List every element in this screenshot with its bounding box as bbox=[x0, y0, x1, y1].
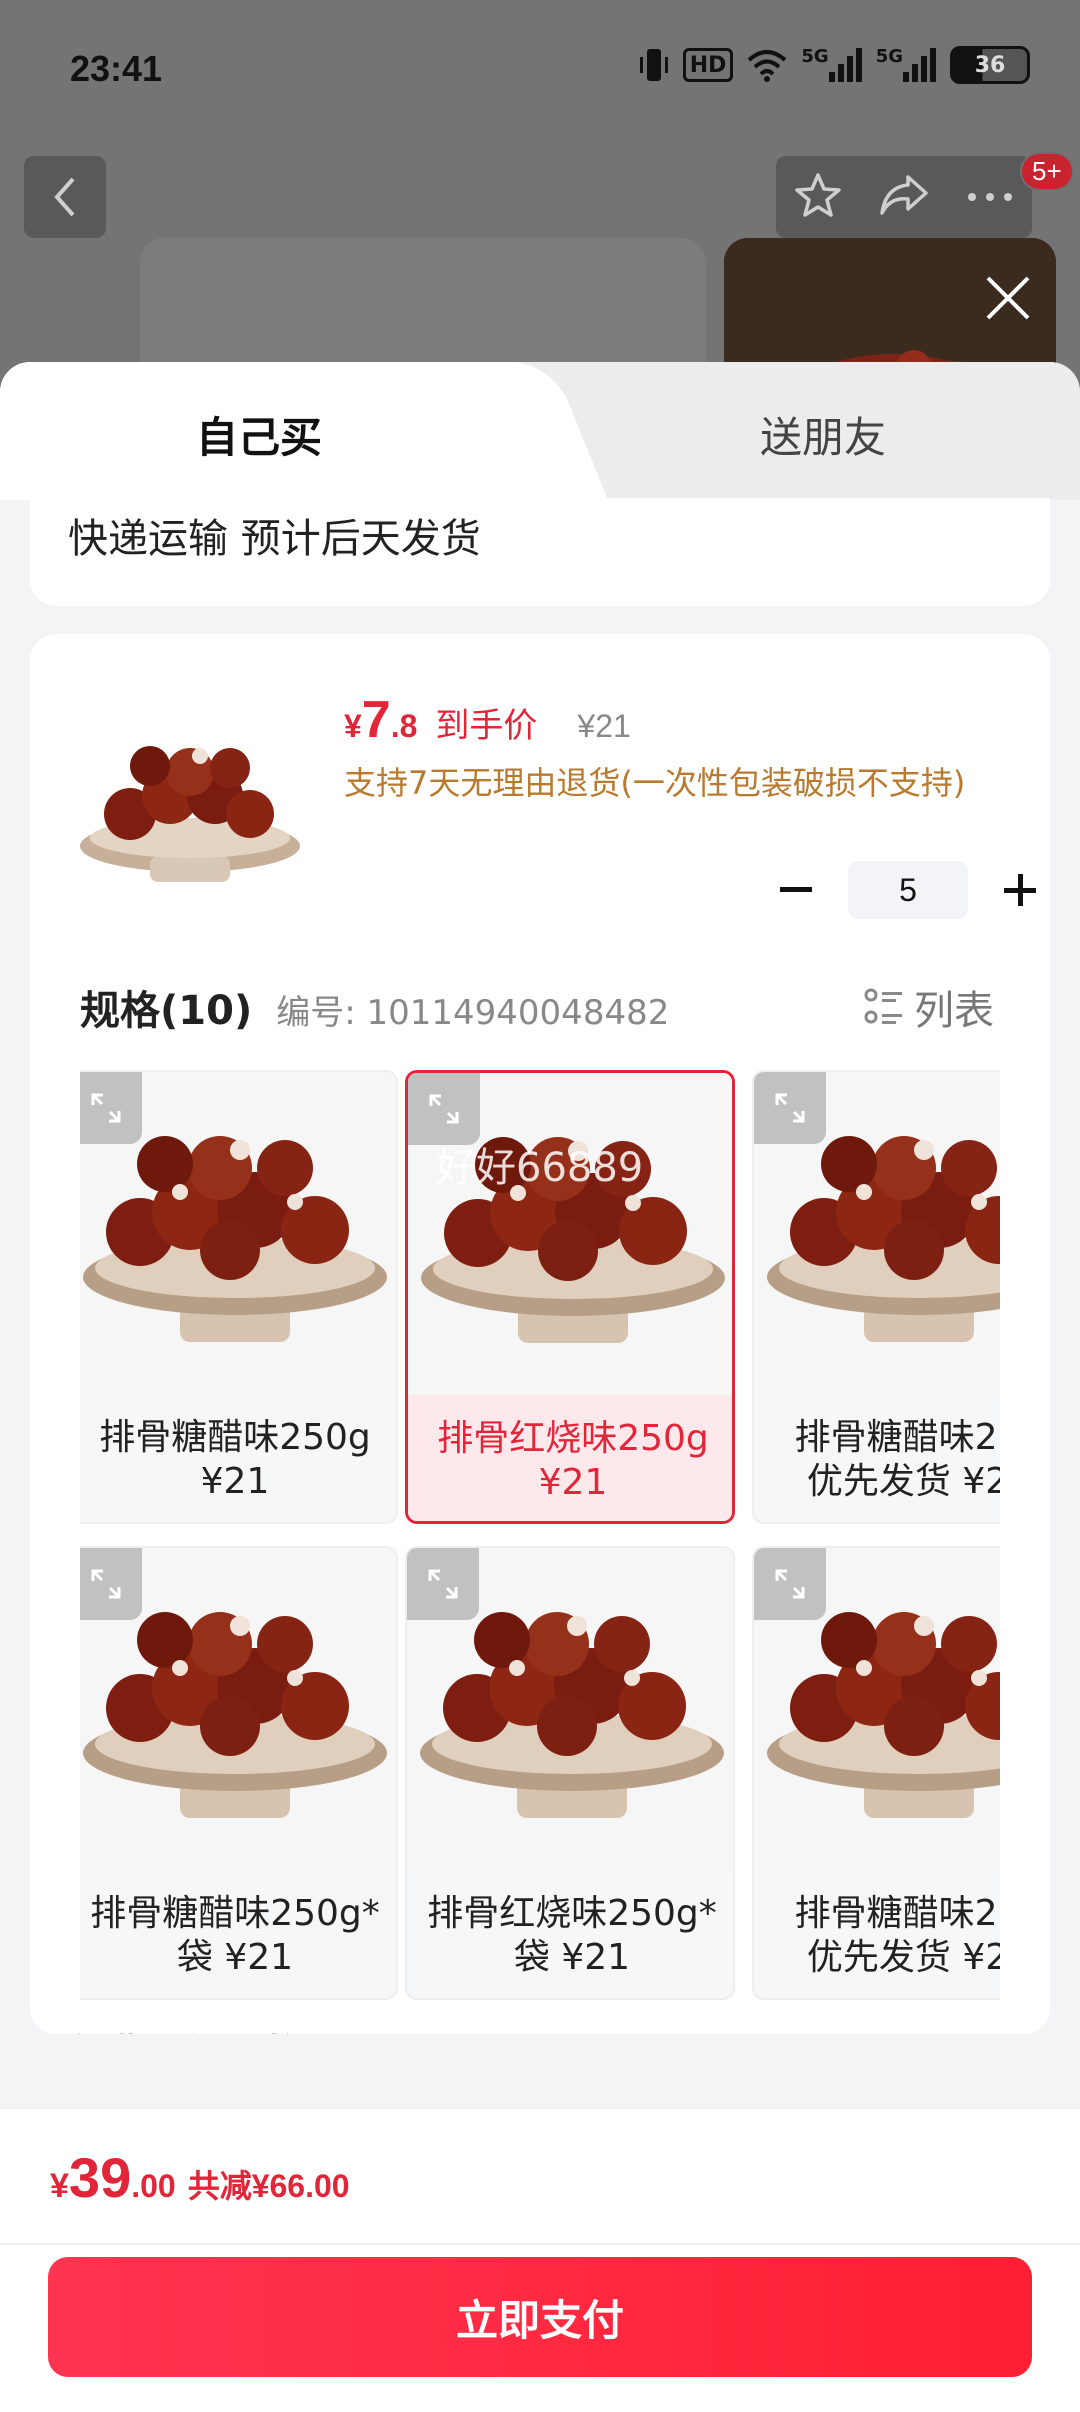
variant-price: 优先发货 ¥21 bbox=[806, 1461, 1000, 1502]
price-integer: 7 bbox=[361, 691, 391, 749]
variant-label: 排骨糖醋味250 优先发货 ¥21 bbox=[754, 1870, 1000, 1998]
free-return-row[interactable]: 免费上门退换 bbox=[66, 2022, 366, 2034]
expand-icon[interactable] bbox=[80, 1548, 142, 1620]
expand-icon[interactable] bbox=[754, 1072, 826, 1144]
divider bbox=[0, 2243, 1080, 2245]
price-row: ¥ 7 .8 到手价 ¥21 bbox=[344, 690, 631, 750]
tab-send-friend-label: 送朋友 bbox=[760, 413, 887, 462]
variant-price: ¥21 bbox=[538, 1462, 608, 1503]
variant-price: ¥21 bbox=[200, 1461, 270, 1502]
variant-label: 排骨糖醋味250 优先发货 ¥21 bbox=[754, 1394, 1000, 1522]
price-symbol: ¥ bbox=[344, 708, 362, 744]
purchase-sheet: 送朋友 自己买 快递运输 预计后天发货 ¥ 7 .8 到手价 ¥21 支持7天无… bbox=[0, 362, 1080, 2412]
variant-name: 排骨糖醋味250g bbox=[99, 1417, 371, 1458]
variant-label: 排骨红烧味250g* 袋 ¥21 bbox=[407, 1870, 733, 1998]
pay-now-button[interactable]: 立即支付 bbox=[48, 2257, 1032, 2377]
list-view-toggle[interactable]: 列表 bbox=[864, 978, 994, 1036]
variant-label: 排骨红烧味250g ¥21 bbox=[408, 1395, 732, 1521]
price-decimal: .8 bbox=[390, 708, 418, 744]
product-card: ¥ 7 .8 到手价 ¥21 支持7天无理由退货(一次性包装破损不支持) 5 规… bbox=[30, 634, 1050, 2034]
original-price: ¥21 bbox=[577, 708, 631, 744]
list-icon bbox=[864, 988, 902, 1024]
star-icon[interactable] bbox=[794, 171, 842, 223]
network-label: 5G bbox=[801, 46, 829, 67]
status-bar: 23:41 HD 5G 5G 36 bbox=[0, 0, 1080, 140]
shipping-text: 快递运输 预计后天发货 bbox=[68, 516, 481, 562]
variant-price: 袋 ¥21 bbox=[176, 1937, 294, 1978]
variant-label: 排骨糖醋味250g* 袋 ¥21 bbox=[80, 1870, 396, 1998]
list-view-label: 列表 bbox=[914, 988, 994, 1034]
signal-icon-2: 5G bbox=[876, 46, 936, 84]
variant-name: 排骨红烧味250g* bbox=[427, 1893, 717, 1934]
total-integer: 39 bbox=[68, 2146, 132, 2209]
back-button[interactable] bbox=[24, 156, 106, 238]
share-icon[interactable] bbox=[878, 173, 930, 221]
variant-price: 优先发货 ¥21 bbox=[806, 1937, 1000, 1978]
variant-tile[interactable]: 排骨糖醋味250g* 袋 ¥21 bbox=[80, 1546, 398, 2000]
variant-name: 排骨糖醋味250 bbox=[794, 1893, 1000, 1934]
status-icons: HD 5G 5G 36 bbox=[639, 46, 1030, 84]
variant-tile[interactable]: 排骨红烧味250g* 袋 ¥21 bbox=[405, 1546, 735, 2000]
hd-icon: HD bbox=[682, 48, 734, 82]
signal-icon-1: 5G bbox=[801, 46, 862, 84]
product-thumbnail[interactable] bbox=[70, 696, 310, 896]
free-return-label: 免费上门退换 bbox=[66, 2022, 306, 2034]
info-icon[interactable] bbox=[330, 2033, 366, 2034]
notification-badge: 5+ bbox=[1020, 152, 1074, 191]
variant-name: 排骨糖醋味250 bbox=[794, 1417, 1000, 1458]
network-label-2: 5G bbox=[875, 46, 903, 67]
tab-bar: 送朋友 自己买 bbox=[0, 362, 1080, 500]
minus-icon bbox=[780, 887, 812, 892]
tab-buy-self-label: 自己买 bbox=[196, 413, 323, 462]
image-watermark: 好好66889 bbox=[436, 1145, 644, 1191]
variant-name: 排骨糖醋味250g* bbox=[90, 1893, 380, 1934]
vibrate-icon bbox=[639, 46, 669, 84]
plus-icon bbox=[1004, 874, 1036, 906]
decrease-button[interactable] bbox=[766, 860, 826, 920]
free-return-detail: 上门取件享运费全免 bbox=[600, 2022, 960, 2034]
status-time: 23:41 bbox=[70, 48, 163, 89]
expand-icon[interactable] bbox=[754, 1548, 826, 1620]
variant-label: 排骨糖醋味250g ¥21 bbox=[80, 1394, 396, 1522]
shipping-card: 快递运输 预计后天发货 bbox=[30, 498, 1050, 606]
spec-title: 规格(10) bbox=[80, 988, 253, 1034]
variant-tile[interactable]: 排骨糖醋味250 优先发货 ¥21 bbox=[752, 1546, 1000, 2000]
checkout-bar: ¥ 39 .00 共减¥66.00 立即支付 bbox=[0, 2108, 1080, 2412]
battery-icon: 36 bbox=[950, 46, 1030, 84]
variant-tile-selected[interactable]: 好好66889 排骨红烧味250g ¥21 bbox=[405, 1070, 735, 1524]
variant-tile[interactable]: 排骨糖醋味250 优先发货 ¥21 bbox=[752, 1070, 1000, 1524]
variant-name: 排骨红烧味250g bbox=[437, 1418, 709, 1459]
total-price: ¥ 39 .00 共减¥66.00 bbox=[50, 2145, 350, 2210]
variant-tile[interactable]: 排骨糖醋味250g ¥21 bbox=[80, 1070, 398, 1524]
expand-icon[interactable] bbox=[80, 1072, 142, 1144]
total-savings: 共减¥66.00 bbox=[187, 2168, 350, 2204]
expand-icon[interactable] bbox=[407, 1548, 479, 1620]
close-icon[interactable] bbox=[980, 270, 1036, 326]
spec-header: 规格(10) 编号: 10114940048482 bbox=[80, 978, 669, 1036]
tab-buy-self[interactable]: 自己买 bbox=[0, 362, 540, 500]
chevron-left-icon bbox=[54, 177, 75, 217]
return-policy-note: 支持7天无理由退货(一次性包装破损不支持) bbox=[344, 764, 966, 802]
quantity-stepper: 5 bbox=[766, 860, 1050, 920]
top-actions bbox=[776, 156, 1032, 238]
total-decimal: .00 bbox=[131, 2168, 176, 2204]
wifi-icon bbox=[747, 46, 787, 84]
spec-code: 编号: 10114940048482 bbox=[276, 993, 670, 1033]
price-tag: 到手价 bbox=[435, 707, 538, 745]
total-symbol: ¥ bbox=[50, 2167, 69, 2205]
more-icon[interactable] bbox=[966, 188, 1014, 207]
variant-price: 袋 ¥21 bbox=[513, 1937, 631, 1978]
variant-grid: 排骨糖醋味250g ¥21 好好66889 排骨红烧味250g ¥21 排骨糖醋… bbox=[80, 1070, 1000, 2000]
increase-button[interactable] bbox=[990, 860, 1050, 920]
quantity-value[interactable]: 5 bbox=[848, 861, 968, 919]
